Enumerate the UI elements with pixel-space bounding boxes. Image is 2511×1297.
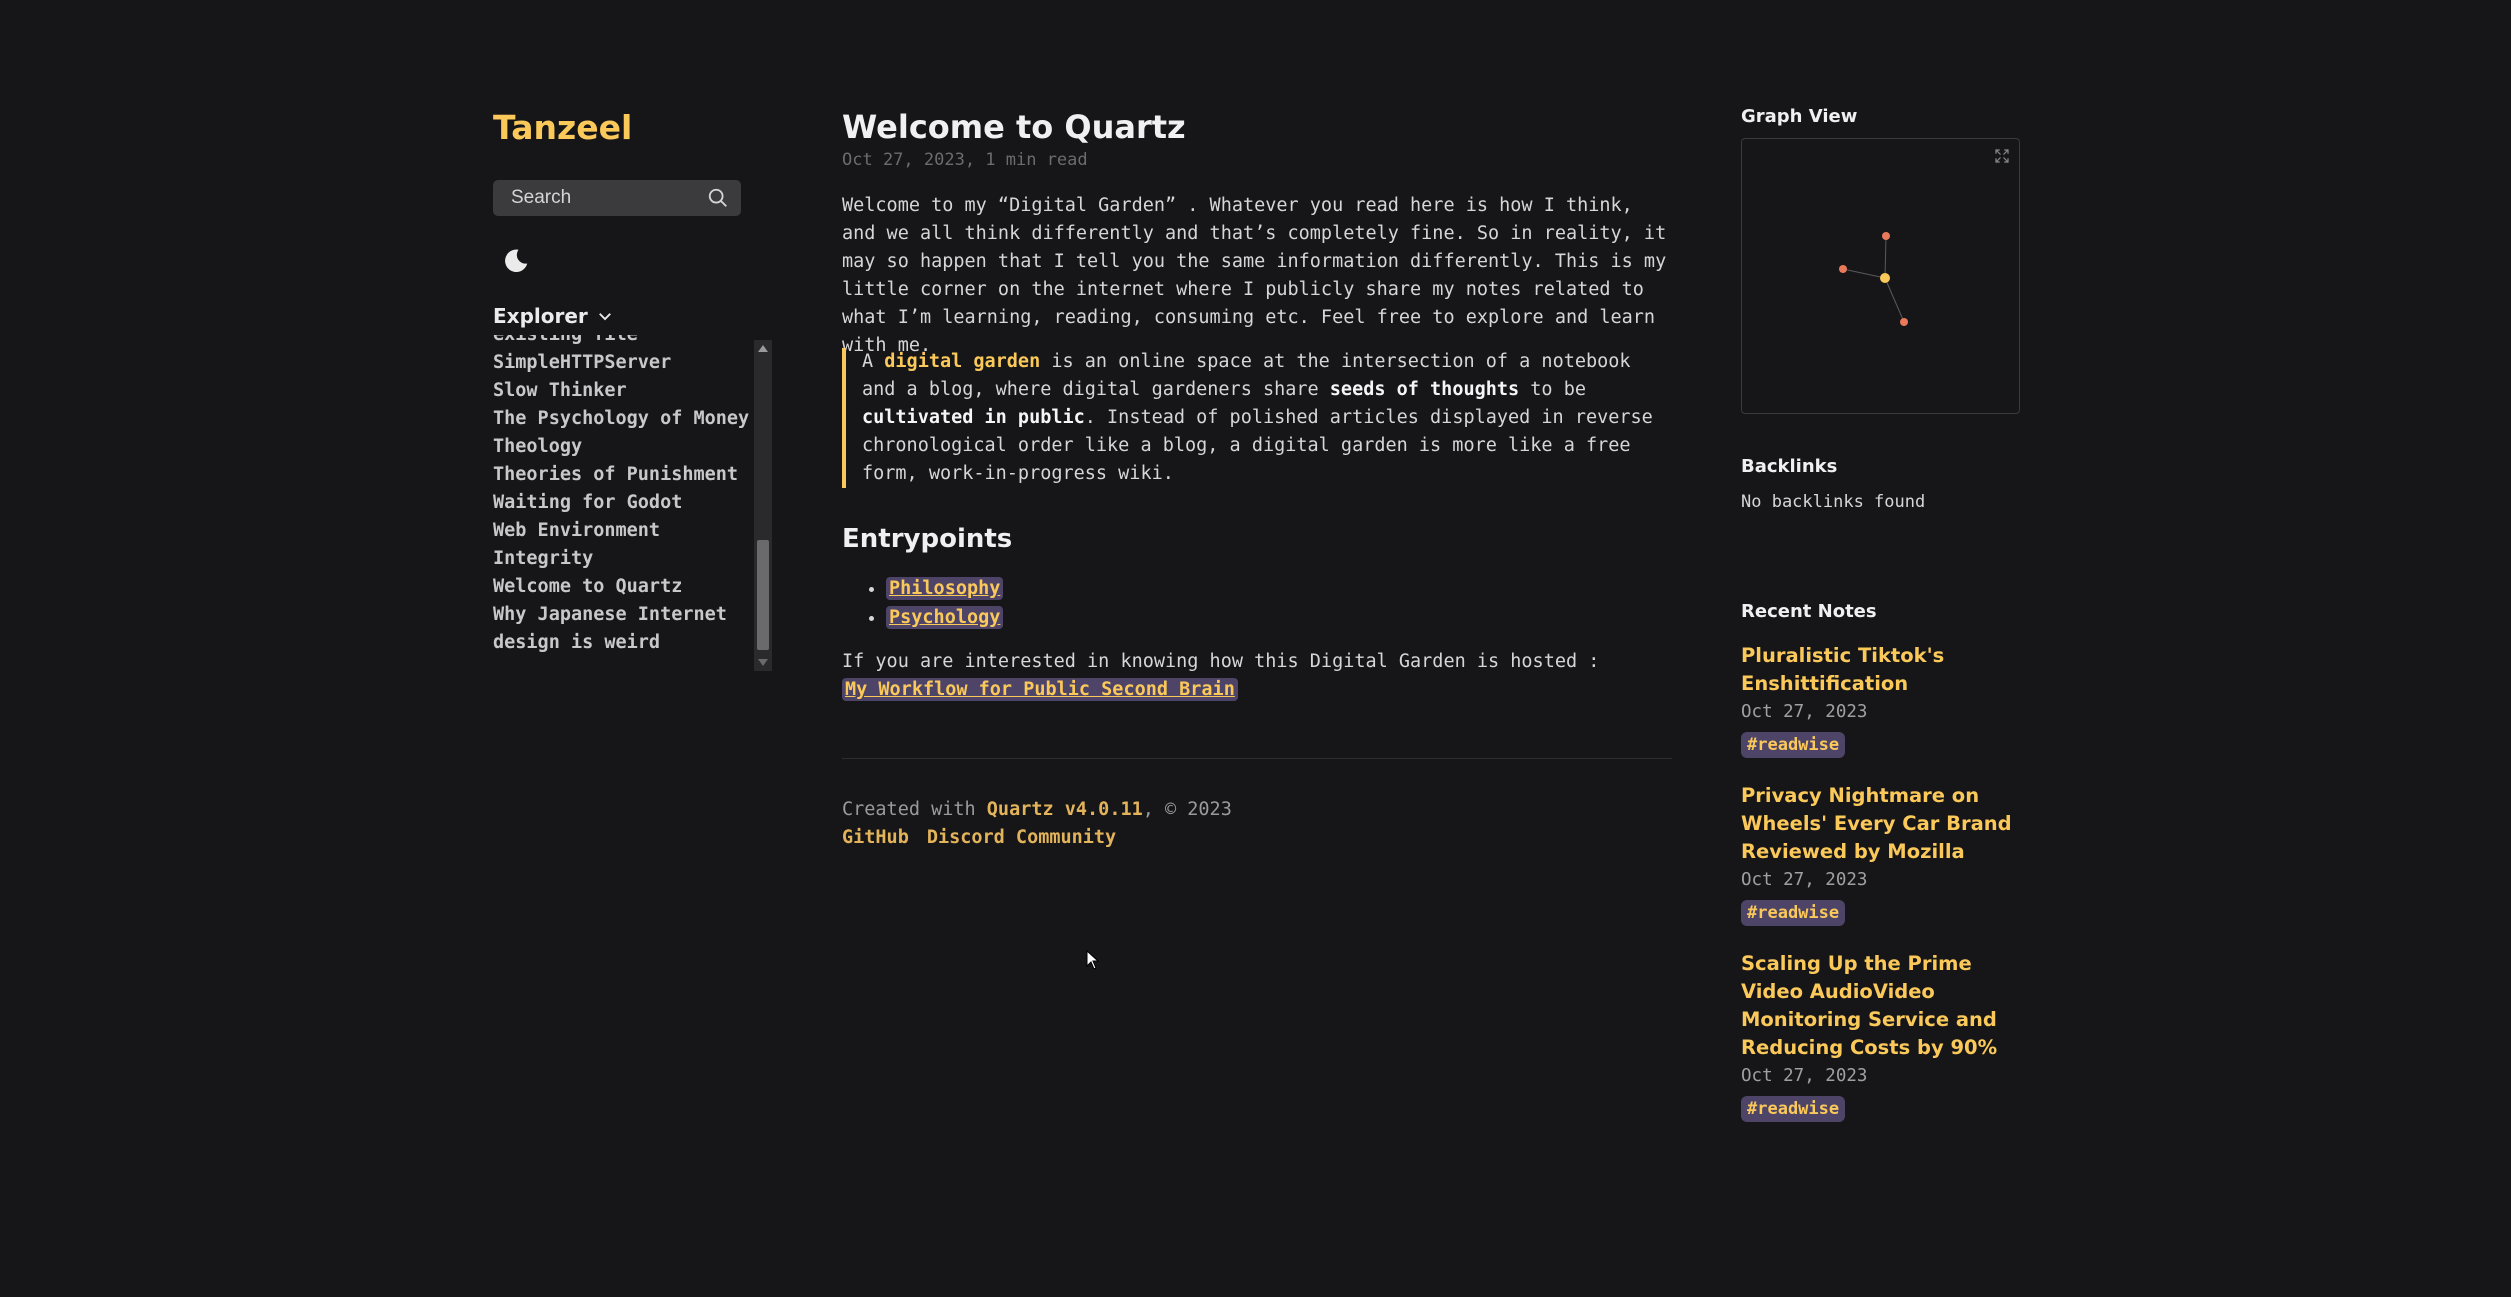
recent-notes-title: Recent Notes: [1741, 601, 1877, 622]
list-item: Psychology: [886, 603, 1004, 632]
recent-note: Privacy Nightmare on Wheels' Every Car B…: [1741, 782, 2021, 926]
scroll-up-arrow-icon[interactable]: [758, 345, 768, 352]
recent-note: Scaling Up the Prime Video AudioVideo Mo…: [1741, 950, 2021, 1122]
footer: Created with Quartz v4.0.11, © 2023 GitH…: [842, 796, 1232, 852]
graph-view-title: Graph View: [1741, 106, 1858, 127]
footer-text: , © 2023: [1142, 799, 1232, 820]
explorer-item[interactable]: design is weird: [493, 629, 749, 655]
entrypoints-heading: Entrypoints: [842, 524, 1013, 554]
workflow-link[interactable]: My Workflow for Public Second Brain: [842, 678, 1238, 701]
article-intro: Welcome to my “Digital Garden” . Whateve…: [842, 195, 1667, 356]
note-tag[interactable]: #readwise: [1741, 732, 1846, 758]
graph-node[interactable]: [1839, 265, 1847, 273]
note-date: Oct 27, 2023: [1741, 870, 1868, 890]
moon-icon[interactable]: [501, 246, 531, 276]
graph-node[interactable]: [1882, 232, 1890, 240]
page-title: Welcome to Quartz: [842, 108, 1186, 146]
footer-text: Created with: [842, 799, 987, 820]
explorer-item[interactable]: Integrity: [493, 545, 749, 573]
note-date: Oct 27, 2023: [1741, 702, 1868, 722]
github-link[interactable]: GitHub: [842, 824, 909, 852]
graph-view[interactable]: [1741, 138, 2020, 414]
explorer-toggle[interactable]: Explorer: [493, 304, 614, 328]
site-title[interactable]: Tanzeel: [493, 108, 632, 147]
graph-node[interactable]: [1900, 318, 1908, 326]
explorer-item[interactable]: SimpleHTTPServer: [493, 349, 749, 377]
note-date: Oct 27, 2023: [1741, 1066, 1868, 1086]
graph-canvas: [1839, 232, 1908, 326]
explorer-item[interactable]: Waiting for Godot: [493, 489, 749, 517]
footer-divider: [842, 758, 1672, 759]
explorer-item[interactable]: existing file: [493, 335, 749, 349]
explorer-item[interactable]: Slow Thinker: [493, 377, 749, 405]
explorer-item[interactable]: Why Japanese Internet: [493, 601, 749, 629]
quote-bold-text: cultivated in public: [862, 407, 1085, 428]
footer-links: GitHub Discord Community: [842, 824, 1232, 852]
explorer-item[interactable]: Web Environment: [493, 517, 749, 545]
note-title-link[interactable]: Scaling Up the Prime Video AudioVideo Mo…: [1741, 950, 2021, 1062]
blockquote: A digital garden is an online space at t…: [842, 348, 1672, 488]
footer-credit: Created with Quartz v4.0.11, © 2023: [842, 796, 1232, 824]
entrypoints-list: Philosophy Psychology: [862, 574, 1004, 632]
quote-text: A: [862, 351, 885, 372]
search-placeholder: Search: [511, 187, 572, 208]
scrollbar-thumb[interactable]: [757, 540, 769, 650]
explorer-scrollbar[interactable]: [754, 340, 772, 671]
explorer-title: Explorer: [493, 304, 588, 328]
list-item: Philosophy: [886, 574, 1004, 603]
chevron-down-icon: [598, 313, 611, 321]
note-tag[interactable]: #readwise: [1741, 900, 1846, 926]
backlinks-empty: No backlinks found: [1741, 492, 1926, 512]
mouse-cursor-icon: [1086, 950, 1100, 970]
note-tag[interactable]: #readwise: [1741, 1096, 1846, 1122]
explorer-item[interactable]: Theories of Punishment: [493, 461, 749, 489]
discord-link[interactable]: Discord Community: [927, 824, 1116, 852]
quartz-link[interactable]: Quartz v4.0.11: [987, 799, 1143, 820]
recent-note: Pluralistic Tiktok's Enshittification Oc…: [1741, 642, 2021, 758]
search-icon: [708, 188, 727, 207]
hosted-text: If you are interested in knowing how thi…: [842, 651, 1600, 672]
psychology-link[interactable]: Psychology: [886, 606, 1004, 629]
backlinks-title: Backlinks: [1741, 456, 1838, 477]
explorer-list: existing file SimpleHTTPServer Slow Thin…: [493, 335, 753, 655]
philosophy-link[interactable]: Philosophy: [886, 577, 1004, 600]
explorer-item[interactable]: Welcome to Quartz: [493, 573, 749, 601]
graph-node-current[interactable]: [1880, 273, 1890, 283]
note-title-link[interactable]: Privacy Nightmare on Wheels' Every Car B…: [1741, 782, 2021, 866]
explorer-item[interactable]: The Psychology of Money: [493, 405, 749, 433]
digital-garden-link[interactable]: digital garden: [884, 351, 1040, 372]
article-meta: Oct 27, 2023, 1 min read: [842, 150, 1088, 170]
search-bar[interactable]: Search: [493, 180, 741, 216]
note-title-link[interactable]: Pluralistic Tiktok's Enshittification: [1741, 642, 2021, 698]
explorer-item[interactable]: Theology: [493, 433, 749, 461]
scroll-down-arrow-icon[interactable]: [758, 659, 768, 666]
quote-bold-text: seeds of thoughts: [1329, 379, 1520, 400]
quote-text: to be: [1519, 379, 1586, 400]
hosted-paragraph: If you are interested in knowing how thi…: [842, 648, 1672, 704]
